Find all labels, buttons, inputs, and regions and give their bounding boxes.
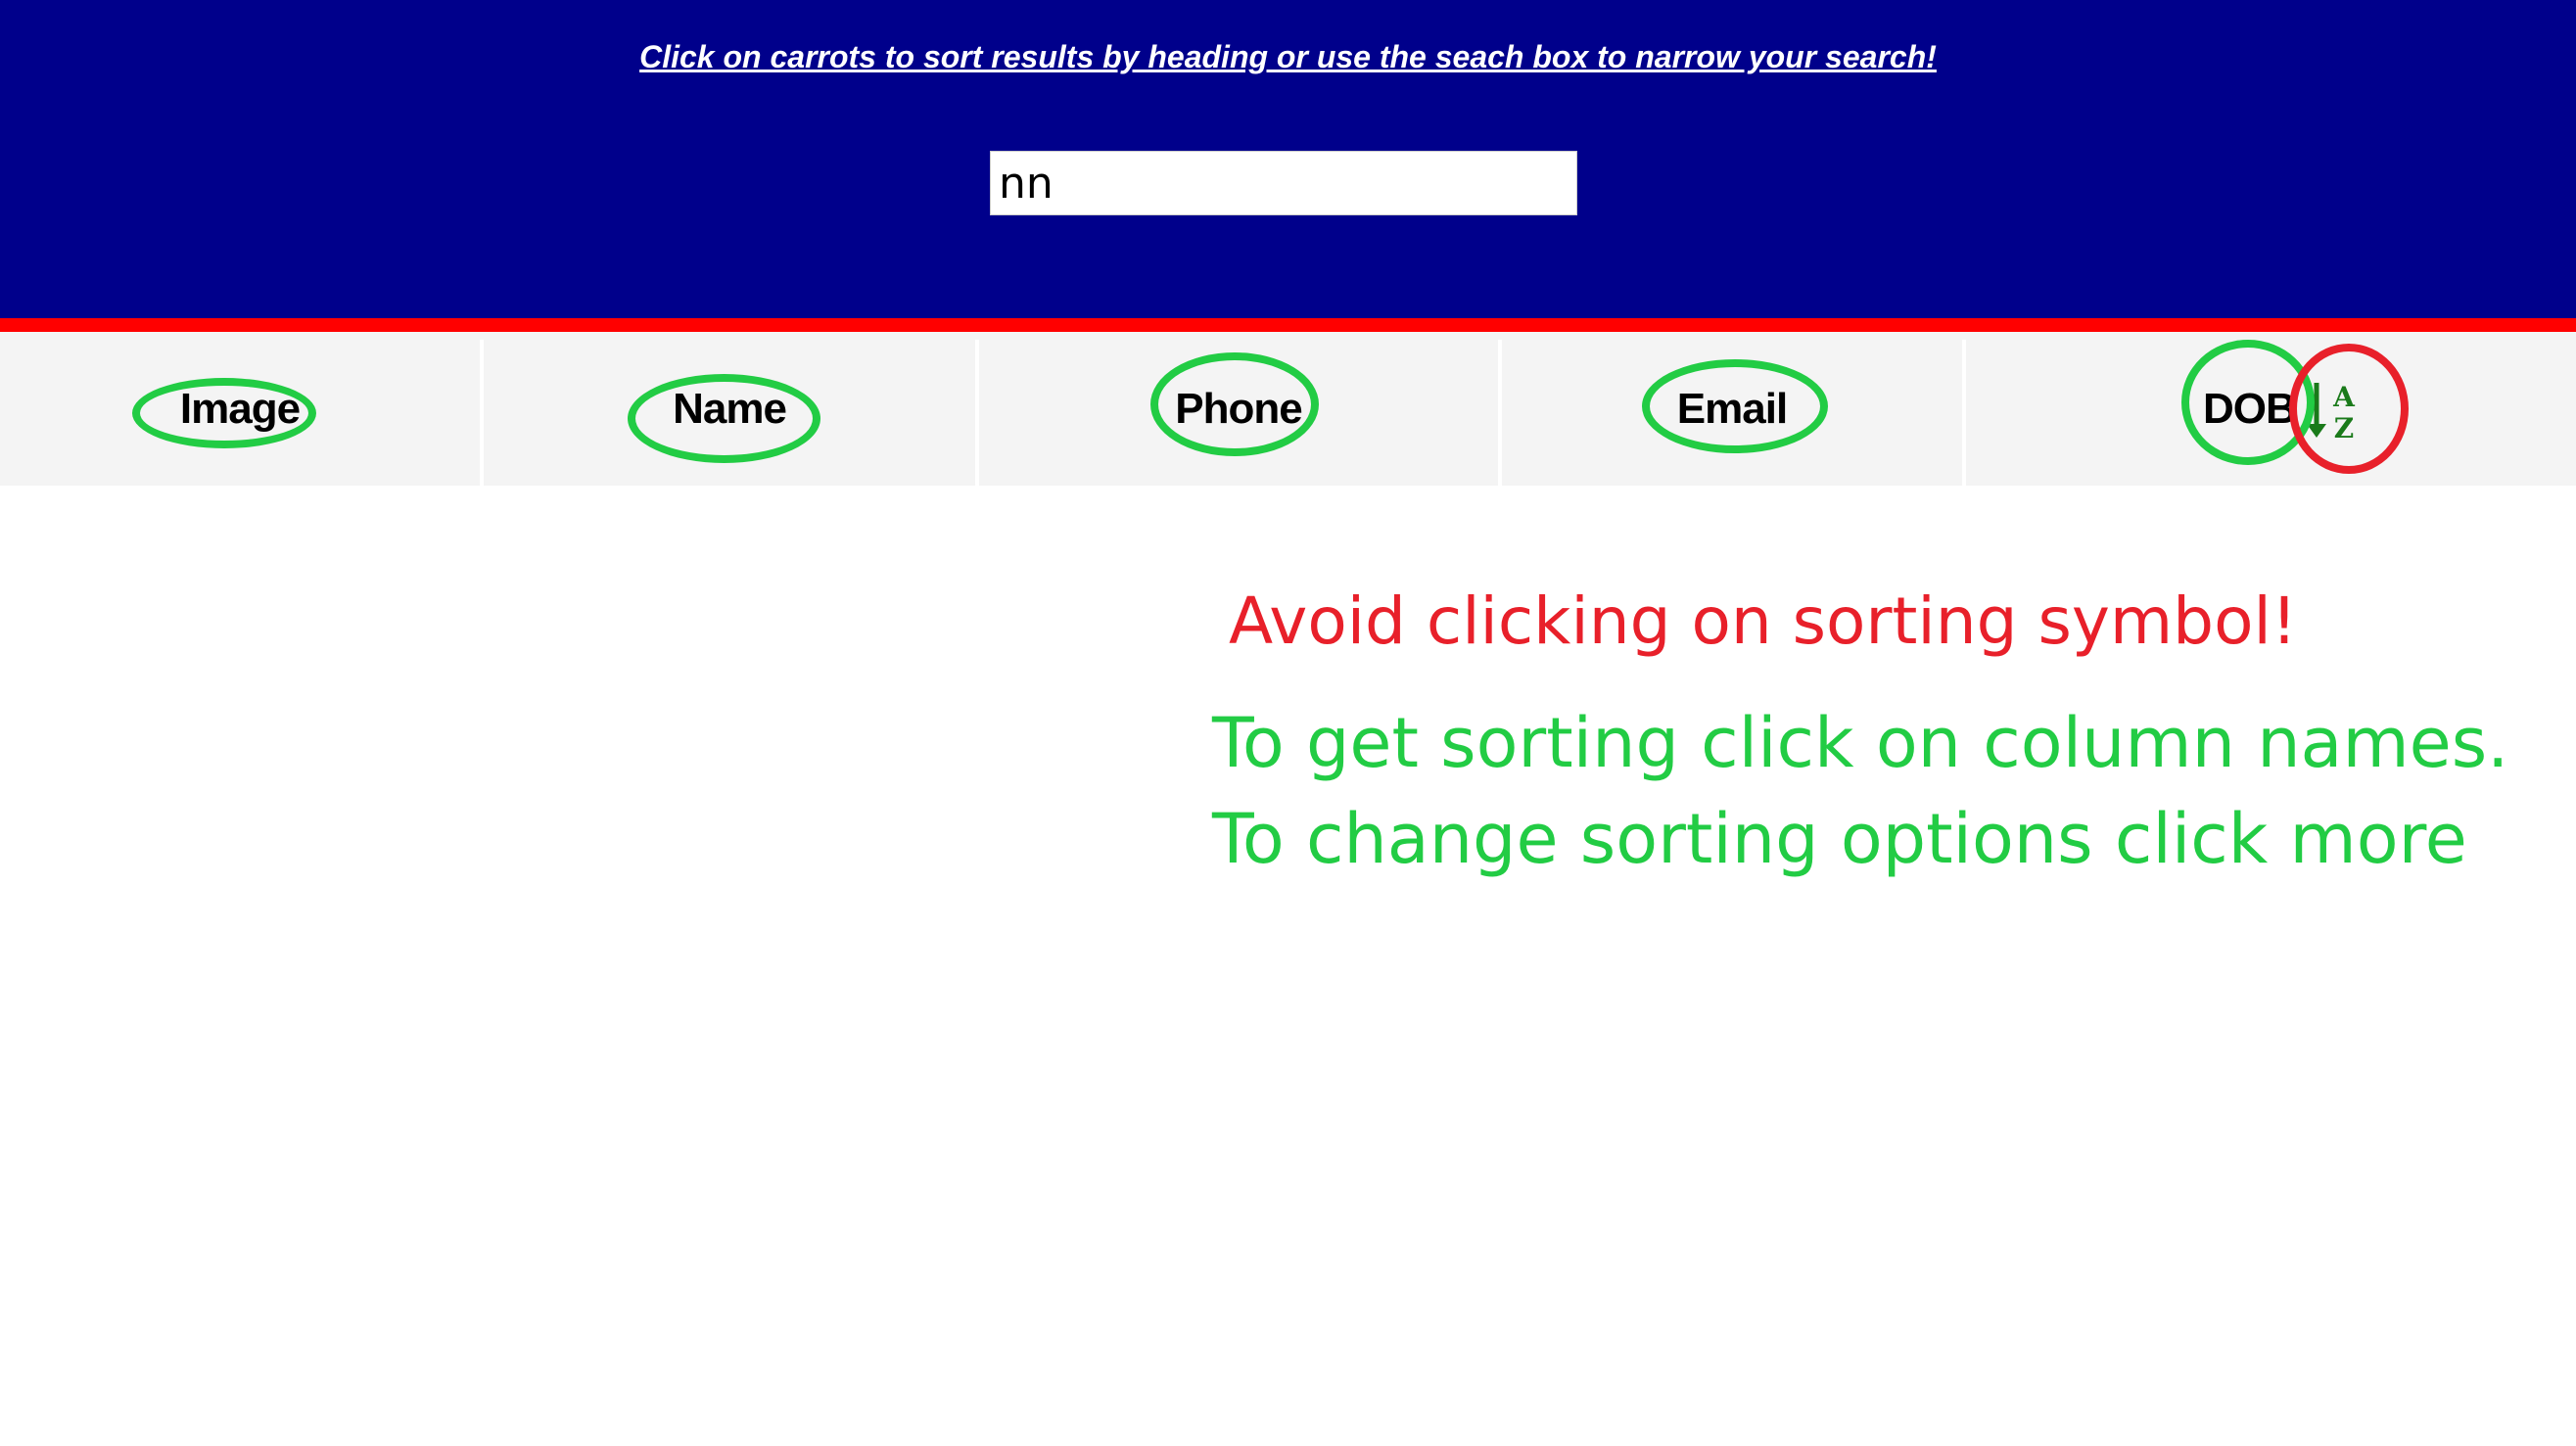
- column-header-dob[interactable]: DOB: [1966, 332, 2576, 486]
- header-divider-stripe: [0, 318, 2576, 332]
- annotation-tip-line-1: To get sorting click on column names.: [1212, 703, 2509, 783]
- column-label-dob: DOB: [2203, 384, 2297, 433]
- column-label-name: Name: [673, 384, 787, 433]
- column-header-email[interactable]: Email: [1502, 332, 1962, 486]
- column-label-image: Image: [179, 384, 301, 433]
- search-input[interactable]: [990, 151, 1577, 215]
- page-header: Click on carrots to sort results by head…: [0, 0, 2576, 318]
- header-instructions: Click on carrots to sort results by head…: [639, 39, 1937, 74]
- column-header-image[interactable]: Image: [0, 332, 480, 486]
- sort-icon-bottom-letter: Z: [2334, 412, 2354, 442]
- column-label-phone: Phone: [1175, 384, 1302, 433]
- table-header-row: Image Name Phone Email DOB A Z: [0, 332, 2576, 486]
- annotation-warning: Avoid clicking on sorting symbol!: [1229, 583, 2298, 659]
- column-header-phone[interactable]: Phone: [979, 332, 1498, 486]
- sort-a-z-icon[interactable]: A Z: [2303, 379, 2362, 442]
- column-header-name[interactable]: Name: [484, 332, 975, 486]
- sort-icon-top-letter: A: [2332, 381, 2356, 413]
- annotation-tip-line-2: To change sorting options click more: [1212, 799, 2467, 879]
- column-label-email: Email: [1676, 384, 1788, 433]
